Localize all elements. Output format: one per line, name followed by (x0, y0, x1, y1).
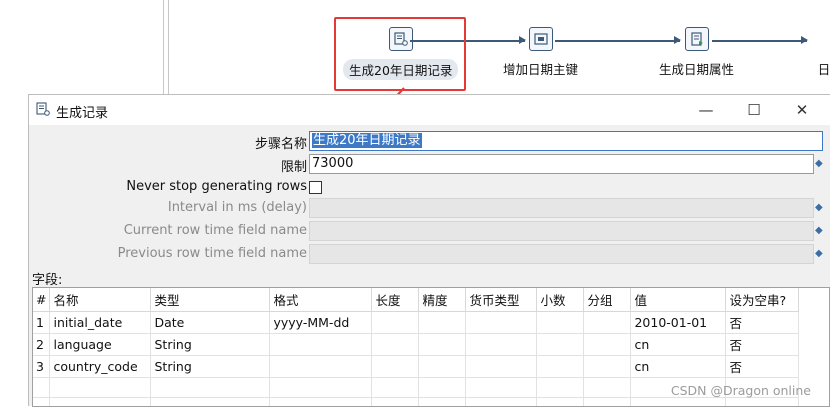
col-header[interactable]: 类型 (151, 288, 270, 312)
cell[interactable]: 2010-01-01 (631, 312, 726, 334)
cell[interactable]: cn (631, 356, 726, 378)
cell[interactable]: cn (631, 334, 726, 356)
cell[interactable]: 2 (33, 334, 50, 356)
step-label: 增加日期主键 (503, 59, 578, 78)
cell[interactable] (584, 334, 631, 356)
step-label: 日 (818, 59, 830, 78)
canvas-splitter[interactable] (163, 0, 169, 96)
minimize-button[interactable]: — (683, 95, 729, 125)
generate-rows-icon (36, 102, 50, 120)
cell[interactable] (537, 334, 584, 356)
interval-input[interactable] (309, 198, 814, 218)
variable-icon[interactable]: ◆ (815, 225, 823, 236)
cell[interactable]: language (50, 334, 151, 356)
transformation-canvas[interactable]: 生成20年日期记录 增加日期主键 生成日期属性 日 (0, 0, 830, 96)
cell[interactable] (372, 334, 419, 356)
cell[interactable] (270, 356, 372, 378)
cell[interactable] (537, 356, 584, 378)
cell[interactable] (466, 356, 537, 378)
current-row-input[interactable] (309, 221, 814, 241)
step-name-input[interactable]: 生成20年日期记录 (309, 131, 823, 151)
table-row[interactable]: 2 language String cn 否 (33, 334, 799, 356)
table-row[interactable]: 3 country_code String cn 否 (33, 356, 799, 378)
fields-label: 字段: (32, 269, 62, 288)
col-header[interactable]: 值 (631, 288, 726, 312)
dialog-titlebar[interactable]: 生成记录 — ☐ ✕ (29, 95, 830, 125)
cell[interactable]: String (151, 334, 270, 356)
maximize-button[interactable]: ☐ (731, 95, 777, 125)
col-header[interactable]: 设为空串? (726, 288, 799, 312)
col-header[interactable]: 小数 (537, 288, 584, 312)
variable-icon[interactable]: ◆ (815, 158, 823, 169)
cell[interactable] (372, 356, 419, 378)
col-header[interactable]: 名称 (50, 288, 151, 312)
limit-input[interactable]: 73000 (309, 154, 814, 174)
limit-label: 限制 (281, 156, 307, 175)
table-row[interactable] (33, 398, 799, 407)
table-header-row: # 名称 类型 格式 长度 精度 货币类型 小数 分组 值 设为空串? (33, 288, 799, 312)
cell[interactable]: 1 (33, 312, 50, 334)
col-header[interactable]: # (33, 288, 50, 312)
cell[interactable] (466, 334, 537, 356)
watermark: CSDN @Dragon online (671, 383, 811, 398)
variable-icon[interactable]: ◆ (815, 248, 823, 259)
step-name-value: 生成20年日期记录 (312, 133, 422, 148)
never-stop-checkbox[interactable] (309, 181, 322, 194)
cell[interactable] (270, 334, 372, 356)
close-button[interactable]: ✕ (779, 95, 825, 125)
cell[interactable]: 3 (33, 356, 50, 378)
step-name-label: 步骤名称 (255, 133, 307, 152)
step-label: 生成日期属性 (659, 59, 734, 78)
col-header[interactable]: 格式 (270, 288, 372, 312)
cell[interactable]: 否 (726, 356, 799, 378)
interval-label: Interval in ms (delay) (168, 200, 307, 215)
cell[interactable] (584, 312, 631, 334)
step-date-attributes[interactable]: 生成日期属性 (659, 27, 734, 78)
cell[interactable]: initial_date (50, 312, 151, 334)
previous-row-label: Previous row time field name (118, 246, 307, 261)
cell[interactable] (584, 356, 631, 378)
cell[interactable]: country_code (50, 356, 151, 378)
cell[interactable]: Date (151, 312, 270, 334)
highlight-box (334, 17, 466, 91)
cell[interactable] (419, 334, 466, 356)
cell[interactable] (419, 356, 466, 378)
add-sequence-icon (529, 27, 553, 51)
generate-rows-dialog: 生成记录 — ☐ ✕ 步骤名称 生成20年日期记录 限制 73000 ◆ Nev… (28, 94, 830, 406)
cell[interactable]: 否 (726, 312, 799, 334)
col-header[interactable]: 长度 (372, 288, 419, 312)
cell[interactable]: 否 (726, 334, 799, 356)
step-add-sequence[interactable]: 增加日期主键 (503, 27, 578, 78)
table-row[interactable]: 1 initial_date Date yyyy-MM-dd 2010-01-0… (33, 312, 799, 334)
current-row-label: Current row time field name (124, 223, 307, 238)
cell[interactable]: String (151, 356, 270, 378)
col-header[interactable]: 货币类型 (466, 288, 537, 312)
calculator-icon (685, 27, 709, 51)
cell[interactable] (372, 312, 419, 334)
col-header[interactable]: 分组 (584, 288, 631, 312)
never-stop-label: Never stop generating rows (126, 179, 307, 194)
cell[interactable] (537, 312, 584, 334)
previous-row-input[interactable] (309, 244, 814, 264)
fields-table[interactable]: # 名称 类型 格式 长度 精度 货币类型 小数 分组 值 设为空串? 1 in… (32, 287, 830, 407)
hop-arrow[interactable] (712, 40, 807, 42)
step-next[interactable]: 日 (812, 27, 830, 78)
variable-icon[interactable]: ◆ (815, 202, 823, 213)
dialog-title: 生成记录 (56, 102, 108, 121)
cell[interactable] (419, 312, 466, 334)
cell[interactable]: yyyy-MM-dd (270, 312, 372, 334)
cell[interactable] (466, 312, 537, 334)
col-header[interactable]: 精度 (419, 288, 466, 312)
